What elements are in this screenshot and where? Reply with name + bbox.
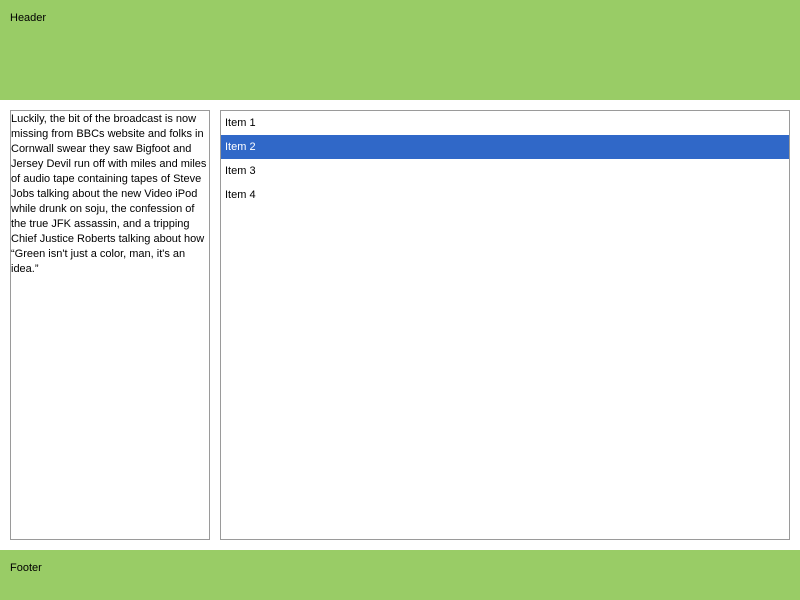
list-item-4[interactable]: Item 4: [221, 183, 789, 207]
header-bar: Header: [0, 0, 800, 100]
item-list-box[interactable]: Item 1 Item 2 Item 3 Item 4: [220, 110, 790, 540]
list-item-2[interactable]: Item 2: [221, 135, 789, 159]
list-item-1[interactable]: Item 1: [221, 111, 789, 135]
item-list: Item 1 Item 2 Item 3 Item 4: [221, 111, 789, 207]
footer-bar: Footer: [0, 550, 800, 600]
footer-label: Footer: [10, 562, 42, 574]
header-label: Header: [10, 12, 47, 24]
text-panel-content: Luckily, the bit of the broadcast is now…: [11, 113, 207, 275]
list-item-3[interactable]: Item 3: [221, 159, 789, 183]
text-panel[interactable]: Luckily, the bit of the broadcast is now…: [10, 110, 210, 540]
